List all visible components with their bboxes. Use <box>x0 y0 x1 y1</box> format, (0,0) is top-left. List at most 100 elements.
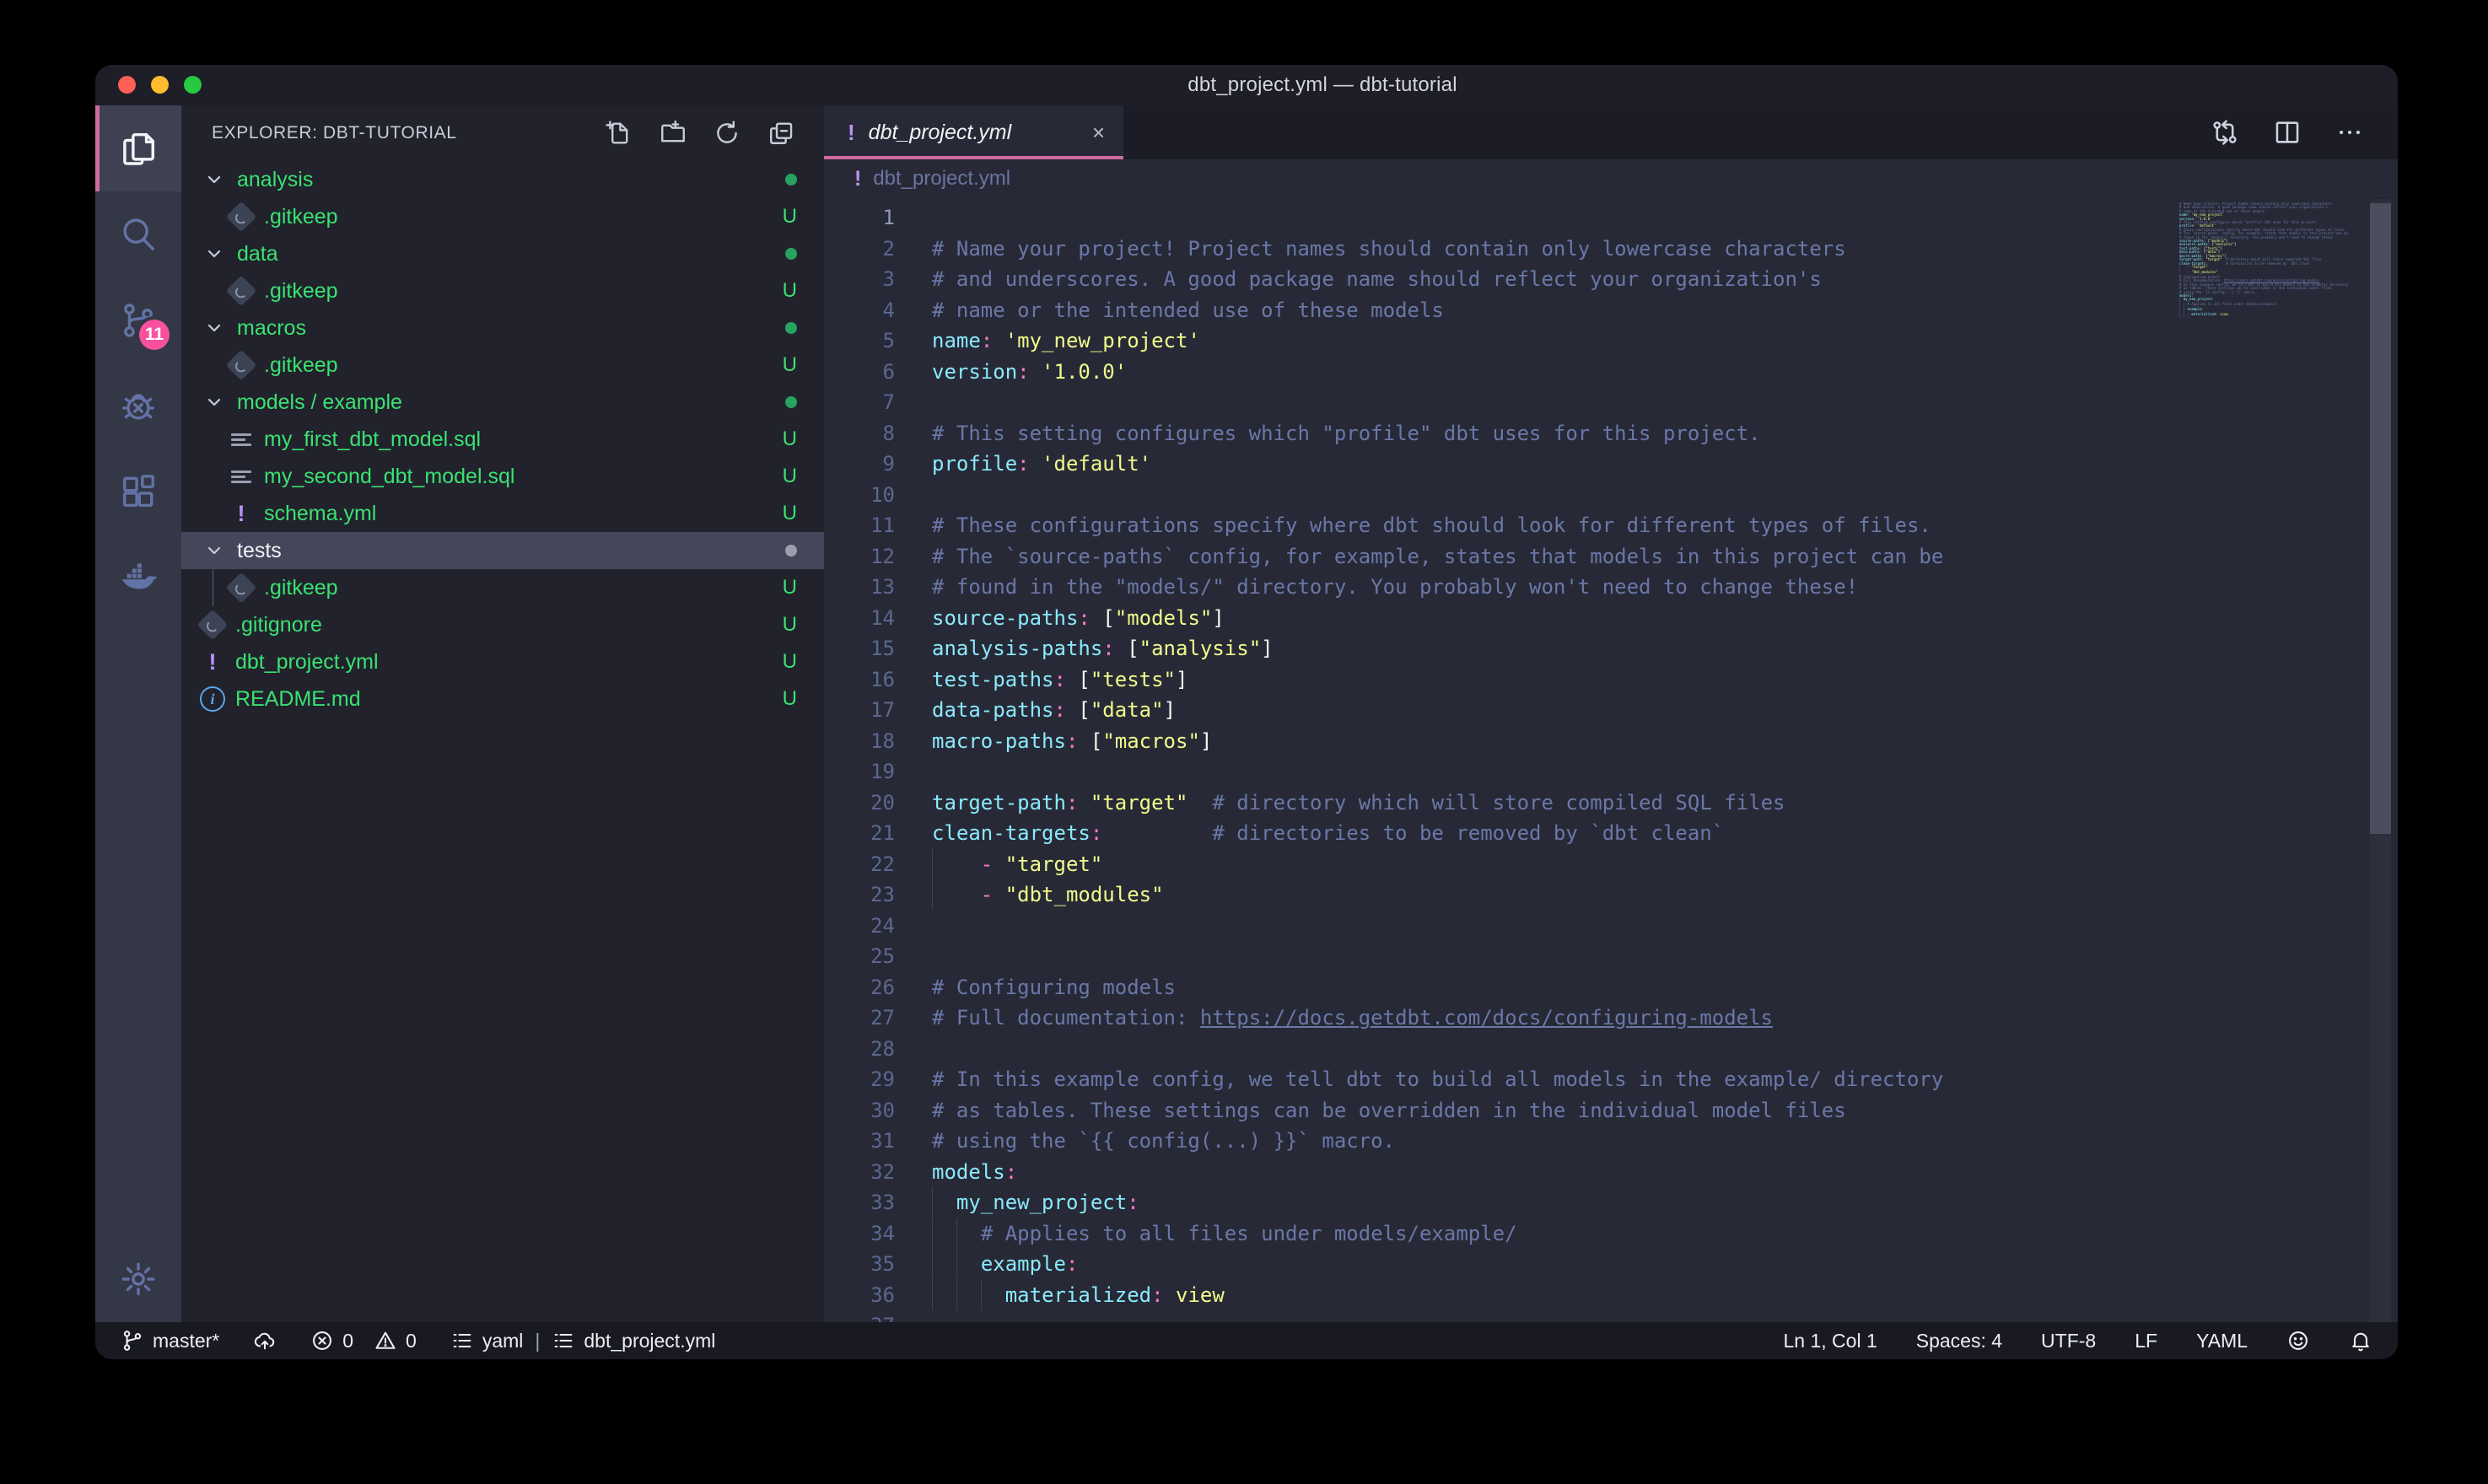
activity-item-settings[interactable] <box>95 1236 181 1322</box>
activity-item-explorer[interactable] <box>95 105 181 191</box>
new-folder-icon[interactable] <box>659 119 687 148</box>
outline-icon <box>450 1329 474 1352</box>
chevron-down-icon <box>202 538 227 563</box>
encoding[interactable]: UTF-8 <box>2041 1330 2096 1352</box>
refresh-explorer-icon[interactable] <box>713 119 741 148</box>
tree-item-label: .gitkeep <box>264 279 338 304</box>
tree-item-analysis[interactable]: analysis <box>181 161 824 198</box>
more-actions-icon[interactable] <box>2335 118 2364 147</box>
indentation[interactable]: Spaces: 4 <box>1916 1330 2002 1352</box>
tab-bar: ! dbt_project.yml × <box>824 105 2398 159</box>
tab-dbt-project-yml[interactable]: ! dbt_project.yml × <box>824 105 1123 159</box>
git-file-icon <box>226 202 257 233</box>
window-title: dbt_project.yml — dbt-tutorial <box>1187 73 1457 97</box>
code-line-19: 19 <box>824 756 2398 788</box>
tree-item-dbt-project-yml[interactable]: !dbt_project.ymlU <box>181 643 824 680</box>
code-line-7: 7 <box>824 387 2398 418</box>
notifications-button[interactable] <box>2349 1329 2372 1352</box>
activity-item-debug[interactable] <box>95 363 181 449</box>
ln-col: Ln 1, Col 1 <box>1784 1330 1877 1352</box>
tree-item-label: analysis <box>237 168 313 192</box>
line-number: 14 <box>824 603 895 634</box>
activity-item-docker[interactable] <box>95 535 181 621</box>
tree-item-label: dbt_project.yml <box>235 650 379 675</box>
git-file-icon <box>226 350 257 381</box>
open-changes-icon[interactable] <box>2211 118 2239 147</box>
code-line-34: 34 # Applies to all files under models/e… <box>824 1218 2398 1250</box>
code-line-14: 14source-paths: ["models"] <box>824 603 2398 634</box>
activity-item-source-control[interactable]: 11 <box>95 277 181 363</box>
activity-item-search[interactable] <box>95 191 181 277</box>
publish-changes-button[interactable] <box>253 1329 277 1352</box>
line-number: 27 <box>824 1003 895 1034</box>
outline-file: dbt_project.yml <box>584 1330 715 1352</box>
git-branch-status[interactable]: master* <box>121 1329 219 1352</box>
collapse-folders-icon[interactable] <box>767 119 795 148</box>
cursor-position[interactable]: Ln 1, Col 1 <box>1784 1330 1877 1352</box>
tree-item-my-second-dbt-model-sql[interactable]: my_second_dbt_model.sqlU <box>181 458 824 495</box>
outline-status[interactable]: yaml | dbt_project.yml <box>450 1329 716 1352</box>
yaml-warning-icon: ! <box>209 649 217 675</box>
status-bar: master* 0 0 yaml | dbt_project.yml Ln 1,… <box>95 1322 2398 1359</box>
line-number: 12 <box>824 541 895 573</box>
code-line-32: 32models: <box>824 1157 2398 1188</box>
spaces: Spaces: 4 <box>1916 1330 2002 1352</box>
editor-scrollbar[interactable] <box>2370 199 2391 1322</box>
line-number: 11 <box>824 510 895 541</box>
code-line-20: 20target-path: "target" # directory whic… <box>824 788 2398 819</box>
language-mode[interactable]: YAML <box>2196 1330 2248 1352</box>
tree-item-readme-md[interactable]: iREADME.mdU <box>181 680 824 718</box>
code-line-11: 11# These configurations specify where d… <box>824 510 2398 541</box>
new-file-icon[interactable] <box>605 119 633 148</box>
breadcrumb-file[interactable]: dbt_project.yml <box>873 167 1010 191</box>
doc-link[interactable]: https://docs.getdbt.com/docs/configuring… <box>1200 1006 1773 1030</box>
tree-item-gitkeep[interactable]: .gitkeepU <box>181 272 824 309</box>
eol-sequence[interactable]: LF <box>2135 1330 2157 1352</box>
activity-item-extensions[interactable] <box>95 449 181 535</box>
code-editor[interactable]: 12# Name your project! Project names sho… <box>824 199 2398 1322</box>
tree-item-data[interactable]: data <box>181 235 824 272</box>
search-icon <box>119 215 158 254</box>
line-number: 4 <box>824 295 895 326</box>
git-modified-dot-badge <box>785 545 797 556</box>
scrollbar-thumb[interactable] <box>2370 203 2391 834</box>
problems-status[interactable]: 0 0 <box>310 1329 417 1352</box>
tree-item-tests[interactable]: tests <box>181 532 824 569</box>
chevron-down-icon <box>202 390 227 415</box>
tree-item-gitkeep[interactable]: .gitkeepU <box>181 569 824 606</box>
tree-item-gitkeep[interactable]: .gitkeepU <box>181 198 824 235</box>
tree-item-my-first-dbt-model-sql[interactable]: my_first_dbt_model.sqlU <box>181 421 824 458</box>
tree-item-schema-yml[interactable]: !schema.ymlU <box>181 495 824 532</box>
code-line-13: 13# found in the "models/" directory. Yo… <box>824 572 2398 603</box>
code-line-17: 17data-paths: ["data"] <box>824 695 2398 726</box>
code-line-27: 27# Full documentation: https://docs.get… <box>824 1003 2398 1034</box>
cloud-upload-icon <box>253 1329 277 1352</box>
minimize-window-button[interactable] <box>151 76 169 94</box>
feedback-button[interactable] <box>2286 1329 2310 1352</box>
git-untracked-badge: U <box>783 427 797 451</box>
git-modified-dot-badge <box>785 248 797 260</box>
chevron-down-icon <box>202 315 227 341</box>
titlebar[interactable]: dbt_project.yml — dbt-tutorial <box>95 65 2398 105</box>
code-lines: 12# Name your project! Project names sho… <box>824 202 2398 1322</box>
tree-item-gitignore[interactable]: .gitignoreU <box>181 606 824 643</box>
close-window-button[interactable] <box>118 76 136 94</box>
line-number: 2 <box>824 234 895 265</box>
line-number: 15 <box>824 633 895 664</box>
code-line-22: 22 - "target" <box>824 849 2398 880</box>
breadcrumb-modified-icon: ! <box>854 167 861 191</box>
line-number: 3 <box>824 264 895 295</box>
tree-item-gitkeep[interactable]: .gitkeepU <box>181 347 824 384</box>
tree-item-macros[interactable]: macros <box>181 309 824 347</box>
code-line-25: 25 <box>824 941 2398 972</box>
explorer-actions <box>605 119 795 148</box>
close-tab-icon[interactable]: × <box>1092 121 1105 143</box>
activity-bar: 11 <box>95 105 181 1322</box>
breadcrumb[interactable]: ! dbt_project.yml <box>824 159 2398 199</box>
tree-item-models-example[interactable]: models / example <box>181 384 824 421</box>
source-control-badge: 11 <box>139 320 170 350</box>
zoom-window-button[interactable] <box>184 76 202 94</box>
outline-mode: yaml <box>482 1330 524 1352</box>
split-editor-icon[interactable] <box>2273 118 2302 147</box>
tree-item-label: tests <box>237 539 282 563</box>
